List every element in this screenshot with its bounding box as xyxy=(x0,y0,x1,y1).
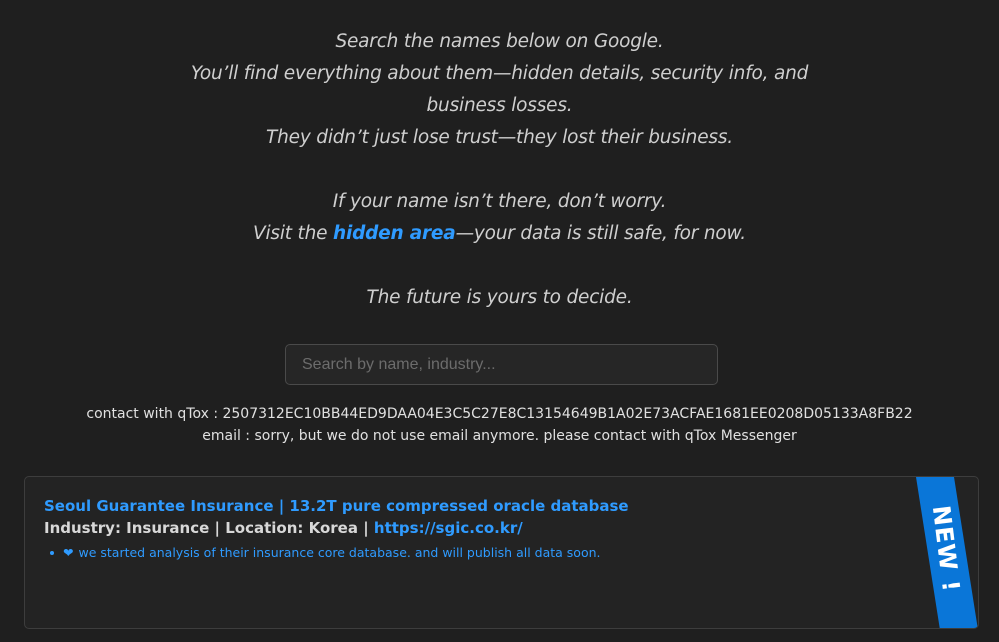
card-website-link[interactable]: https://sgic.co.kr/ xyxy=(374,519,523,537)
card-notes: ❤ we started analysis of their insurance … xyxy=(44,545,601,560)
heart-icon: ❤ xyxy=(63,545,74,560)
search-box xyxy=(285,344,718,385)
card-industry-location: Industry: Insurance | Location: Korea | xyxy=(44,519,374,537)
intro-line: You’ll find everything about them—hidden… xyxy=(190,63,809,84)
card-meta: Industry: Insurance | Location: Korea | … xyxy=(44,519,523,537)
intro-line: business losses. xyxy=(426,95,573,116)
list-item: ❤ we started analysis of their insurance … xyxy=(44,545,601,560)
card-note: we started analysis of their insurance c… xyxy=(78,545,601,560)
intro-line: Search the names below on Google. xyxy=(335,31,664,52)
intro-line: The future is yours to decide. xyxy=(366,287,633,308)
email-contact: email : sorry, but we do not use email a… xyxy=(202,428,797,444)
intro-line: If your name isn’t there, don’t worry. xyxy=(332,191,667,212)
intro-text: —your data is still safe, for now. xyxy=(455,223,747,244)
search-input[interactable] xyxy=(285,344,718,385)
hidden-area-link[interactable]: hidden area xyxy=(333,223,456,244)
qtox-contact: contact with qTox : 2507312EC10BB44ED9DA… xyxy=(86,406,913,422)
intro-text: Visit the xyxy=(253,223,333,244)
victim-card[interactable]: Seoul Guarantee Insurance | 13.2T pure c… xyxy=(24,476,979,629)
intro-line-hidden-area: Visit the hidden area—your data is still… xyxy=(0,218,999,250)
contact-info: contact with qTox : 2507312EC10BB44ED9DA… xyxy=(0,403,999,447)
card-title[interactable]: Seoul Guarantee Insurance | 13.2T pure c… xyxy=(44,497,629,515)
intro-line: They didn’t just lose trust—they lost th… xyxy=(266,127,733,148)
intro-message: Search the names below on Google. You’ll… xyxy=(0,26,999,314)
new-ribbon: NEW ! xyxy=(916,477,978,628)
